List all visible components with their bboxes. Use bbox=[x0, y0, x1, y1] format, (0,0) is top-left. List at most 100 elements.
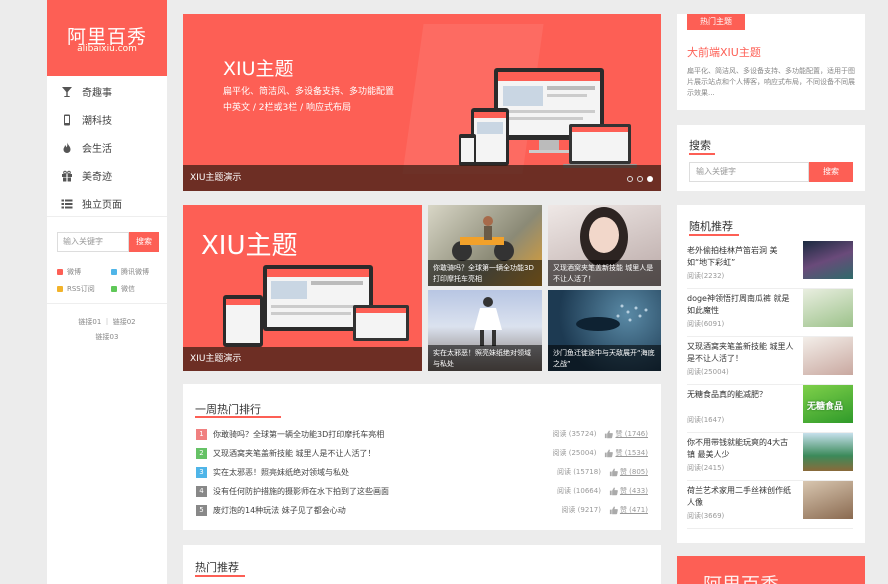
hero-slider[interactable]: XIU主题 扁平化、简洁风、多设备支持、多功能配置 中英文 / 2栏或3栏 / … bbox=[183, 14, 661, 191]
title-underline bbox=[689, 234, 739, 236]
link-row-2[interactable]: 链接03 bbox=[47, 332, 167, 342]
random-recommend-card: 随机推荐 老外偷拍桂林芦笛岩洞 美如“地下彩虹” 阅读(2232) doge神领悟打… bbox=[677, 205, 865, 543]
like-link[interactable]: 赞 (1746) bbox=[604, 429, 648, 439]
nav-item-4[interactable]: 独立页面 bbox=[61, 196, 122, 211]
feature-devices-illustration bbox=[223, 265, 409, 347]
slider-dot[interactable] bbox=[627, 176, 633, 182]
tencent-weibo-icon bbox=[111, 269, 117, 275]
weekly-hot-title: 一周热门排行 bbox=[195, 403, 261, 416]
tile-image bbox=[452, 216, 514, 261]
random-item[interactable]: 老外偷拍桂林芦笛岩洞 美如“地下彩虹” 阅读(2232) bbox=[687, 241, 853, 289]
random-item-title[interactable]: 荷兰艺术家用二手丝袜创作纸人像 bbox=[687, 485, 795, 509]
sidebar-search-button[interactable]: 搜索 bbox=[129, 232, 159, 252]
weekly-title[interactable]: 你敢骑吗？全球第一辆全功能3D打印摩托车亮相 bbox=[213, 429, 553, 440]
like-link[interactable]: 赞 (433) bbox=[609, 486, 648, 496]
random-item-title[interactable]: doge神领悟打周南瓜裤 就是如此魔性 bbox=[687, 293, 795, 317]
random-title: 随机推荐 bbox=[689, 220, 733, 233]
random-item-thumbnail[interactable] bbox=[803, 433, 853, 471]
social-rss-link[interactable]: RSS订阅 bbox=[57, 284, 95, 294]
nav-item-1[interactable]: 潮科技 bbox=[61, 112, 112, 127]
like-count: 赞 (433) bbox=[619, 487, 648, 495]
rank-number: 5 bbox=[196, 504, 207, 516]
nav-label: 奇趣事 bbox=[82, 88, 112, 99]
weekly-title[interactable]: 实在太邪恶！照亮妹纸绝对领域与私处 bbox=[213, 467, 557, 478]
glass-icon bbox=[61, 86, 73, 98]
site-logo[interactable]: 阿里百秀 alibaixiu.com bbox=[47, 0, 167, 76]
random-item-thumbnail[interactable] bbox=[803, 289, 853, 327]
weekly-title[interactable]: 又现酒窝夹笔盖新技能 城里人是不让人活了！ bbox=[213, 448, 553, 459]
random-item[interactable]: 荷兰艺术家用二手丝袜创作纸人像阅读(3669) bbox=[687, 481, 853, 529]
social-tencent-weibo-link[interactable]: 腾讯微博 bbox=[111, 267, 149, 277]
weekly-row[interactable]: 5 废灯泡的14种玩法 妹子见了都会心动 阅读 (9217) 赞 (471) bbox=[196, 501, 648, 519]
title-underline bbox=[195, 416, 281, 418]
hot-theme-card: 热门主题 大前端XIU主题 扁平化、简洁风、多设备支持、多功能配置，适用于图片展… bbox=[677, 14, 865, 110]
view-count: 阅读 (10664) bbox=[556, 487, 601, 495]
random-item-title[interactable]: 你不用带钱就能玩爽的4大古镇 最美人少 bbox=[687, 437, 795, 461]
tile-stockings[interactable]: 实在太邪恶！照亮妹纸绝对领域与私处 bbox=[428, 290, 542, 371]
weekly-row[interactable]: 4 没有任何防护措施的摄影师在水下拍到了这些画面 阅读 (10664) 赞 (433) bbox=[196, 482, 648, 500]
tile-caption: 实在太邪恶！照亮妹纸绝对领域与私处 bbox=[428, 345, 542, 371]
weekly-title[interactable]: 废灯泡的14种玩法 妹子见了都会心动 bbox=[213, 505, 561, 516]
tile-fish[interactable]: 沙门鱼迁徙途中与天敌展开“海底之战” bbox=[548, 290, 661, 371]
random-item-title[interactable]: 又现酒窝夹笔盖新技能 城里人是不让人活了！ bbox=[687, 341, 795, 365]
weekly-row[interactable]: 3 实在太邪恶！照亮妹纸绝对领域与私处 阅读 (15718) 赞 (805) bbox=[196, 463, 648, 481]
slider-dot[interactable] bbox=[637, 176, 643, 182]
weekly-hot-card: 一周热门排行 1 你敢骑吗？全球第一辆全功能3D打印摩托车亮相 阅读 (35724)… bbox=[183, 384, 661, 530]
random-item-title[interactable]: 无糖食品真的能减肥？ bbox=[687, 389, 795, 401]
gift-icon bbox=[61, 170, 73, 182]
thumb-up-icon bbox=[605, 448, 614, 457]
random-item[interactable]: 无糖食品真的能减肥？ 阅读(1647) 无糖食品 bbox=[687, 385, 853, 433]
hot-recommend-title: 热门推荐 bbox=[195, 561, 239, 574]
like-link[interactable]: 赞 (471) bbox=[609, 505, 648, 515]
logo-domain: alibaixiu.com bbox=[77, 44, 137, 54]
tile-caption: 沙门鱼迁徙途中与天敌展开“海底之战” bbox=[548, 345, 661, 371]
like-link[interactable]: 赞 (1534) bbox=[604, 448, 648, 458]
tile-caption: 又现酒窝夹笔盖新技能 城里人是不让人活了！ bbox=[548, 260, 661, 286]
like-link[interactable]: 赞 (805) bbox=[609, 467, 648, 477]
nav-item-3[interactable]: 美奇迹 bbox=[61, 168, 112, 183]
weekly-row[interactable]: 2 又现酒窝夹笔盖新技能 城里人是不让人活了！ 阅读 (25004) 赞 (1534) bbox=[196, 444, 648, 462]
random-item[interactable]: 又现酒窝夹笔盖新技能 城里人是不让人活了！ 阅读(25004) bbox=[687, 337, 853, 385]
divider bbox=[47, 216, 167, 217]
rank-number: 4 bbox=[196, 485, 207, 497]
random-item-views: 阅读(2232) bbox=[687, 272, 725, 280]
random-item-title[interactable]: 老外偷拍桂林芦笛岩洞 美如“地下彩虹” bbox=[687, 245, 795, 269]
tile-motorcycle[interactable]: 你敢骑吗？全球第一辆全功能3D打印摩托车亮相 bbox=[428, 205, 542, 286]
nav-label: 独立页面 bbox=[82, 200, 122, 211]
hero-title: XIU主题 bbox=[223, 58, 294, 80]
nav-item-2[interactable]: 会生活 bbox=[61, 140, 112, 155]
thumb-up-icon bbox=[605, 429, 614, 438]
hero-caption: XIU主题演示 bbox=[183, 165, 661, 191]
search-button[interactable]: 搜索 bbox=[809, 162, 853, 182]
nav-label: 会生活 bbox=[82, 144, 112, 155]
random-item-views: 阅读(3669) bbox=[687, 512, 725, 520]
random-item[interactable]: 你不用带钱就能玩爽的4大古镇 最美人少 阅读(2415) bbox=[687, 433, 853, 481]
search-card-title: 搜索 bbox=[689, 139, 711, 152]
feature-card[interactable]: XIU主题 XIU主题演示 bbox=[183, 205, 422, 371]
rank-number: 2 bbox=[196, 447, 207, 459]
random-item-thumbnail[interactable] bbox=[803, 337, 853, 375]
random-item[interactable]: doge神领悟打周南瓜裤 就是如此魔性 阅读(6091) bbox=[687, 289, 853, 337]
nav-item-0[interactable]: 奇趣事 bbox=[61, 84, 112, 99]
rank-number: 1 bbox=[196, 428, 207, 440]
random-item-thumbnail[interactable] bbox=[803, 241, 853, 279]
random-item-thumbnail[interactable] bbox=[803, 481, 853, 519]
tile-image bbox=[474, 297, 502, 346]
link-row-1[interactable]: 链接01 ｜ 链接02 bbox=[47, 317, 167, 327]
social-wechat-link[interactable]: 微信 bbox=[111, 284, 135, 294]
weekly-row[interactable]: 1 你敢骑吗？全球第一辆全功能3D打印摩托车亮相 阅读 (35724) 赞 (1746… bbox=[196, 425, 648, 443]
search-input[interactable]: 输入关键字 bbox=[689, 162, 809, 182]
list-icon bbox=[61, 198, 73, 210]
like-count: 赞 (471) bbox=[619, 506, 648, 514]
wechat-icon bbox=[111, 286, 117, 292]
tile-girl[interactable]: 又现酒窝夹笔盖新技能 城里人是不让人活了！ bbox=[548, 205, 661, 286]
weekly-title[interactable]: 没有任何防护措施的摄影师在水下拍到了这些画面 bbox=[213, 486, 557, 497]
random-item-thumbnail[interactable]: 无糖食品 bbox=[803, 385, 853, 423]
thumb-up-icon bbox=[609, 505, 618, 514]
title-underline bbox=[689, 153, 715, 155]
hot-theme-title[interactable]: 大前端XIU主题 bbox=[687, 44, 761, 60]
sidebar-search-input[interactable]: 输入关键字 bbox=[57, 232, 129, 252]
social-weibo-link[interactable]: 微博 bbox=[57, 267, 81, 277]
slider-dot-active[interactable] bbox=[647, 176, 653, 182]
random-item-views: 阅读(25004) bbox=[687, 368, 729, 376]
